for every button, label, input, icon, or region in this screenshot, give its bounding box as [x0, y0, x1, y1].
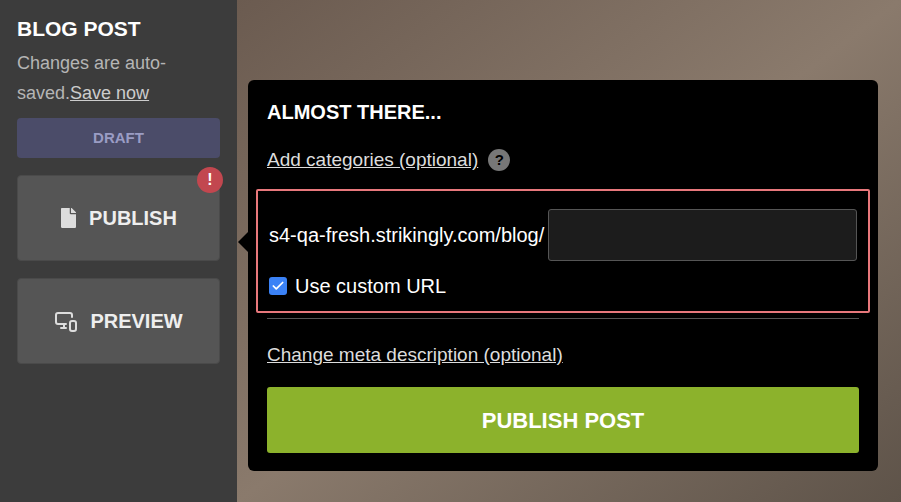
popover-arrow [238, 232, 248, 252]
help-icon[interactable]: ? [488, 149, 510, 171]
sidebar-title: BLOG POST [17, 14, 220, 44]
slug-input[interactable] [548, 209, 857, 261]
publish-button[interactable]: PUBLISH! [17, 175, 220, 261]
status-badge: DRAFT [17, 118, 220, 158]
popover-title: ALMOST THERE... [267, 98, 859, 126]
publish-popover: ALMOST THERE... Add categories (optional)… [248, 80, 878, 471]
url-prefix: s4-qa-fresh.strikingly.com/blog/ [269, 220, 544, 250]
button-label: PUBLISH [89, 203, 177, 233]
app: BLOG POST Changes are auto-saved.Save now… [0, 0, 901, 502]
file-icon [60, 208, 77, 228]
url-highlight: s4-qa-fresh.strikingly.com/blog/Use cust… [256, 189, 870, 313]
custom-url-checkbox[interactable] [269, 277, 287, 295]
sidebar: BLOG POST Changes are auto-saved.Save now… [0, 0, 237, 502]
button-label: PREVIEW [90, 306, 182, 336]
meta-description-link[interactable]: Change meta description (optional) [267, 344, 563, 365]
autosave-text: Changes are auto-saved.Save now [17, 48, 220, 108]
alert-badge: ! [197, 167, 223, 193]
add-categories-link[interactable]: Add categories (optional) [267, 146, 478, 175]
publish-post-button[interactable]: PUBLISH POST [267, 387, 859, 453]
divider [267, 318, 859, 319]
check-icon [271, 279, 285, 293]
devices-icon [54, 309, 78, 333]
save-now-link[interactable]: Save now [70, 83, 149, 103]
preview-button[interactable]: PREVIEW [17, 278, 220, 364]
page-background: ALMOST THERE... Add categories (optional)… [237, 0, 901, 502]
custom-url-label: Use custom URL [295, 271, 446, 301]
